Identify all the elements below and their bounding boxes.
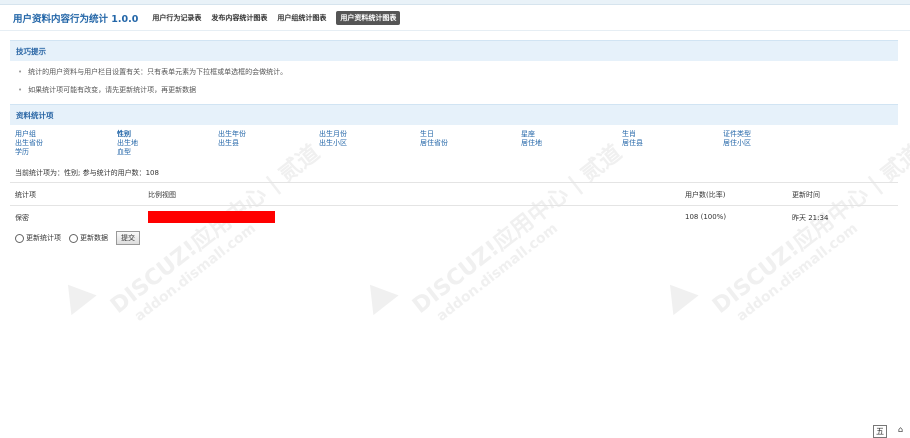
tip-text: 统计的用户资料与用户栏目设置有关：只有表单元素为下拉框或单选框的会做统计。 bbox=[28, 68, 288, 76]
header: 用户资料内容行为统计 1.0.0 用户行为记录表 发布内容统计图表 用户组统计图… bbox=[13, 10, 910, 26]
stat-item-residecity[interactable]: 居住地 bbox=[521, 139, 542, 147]
header-count: 用户数(比率) bbox=[685, 191, 726, 199]
stat-item-birthyear[interactable]: 出生年份 bbox=[218, 130, 246, 138]
stat-item-birthprovince[interactable]: 出生省份 bbox=[15, 139, 43, 147]
stats-section-title: 资料统计项 bbox=[16, 110, 54, 120]
home-icon[interactable]: ⌂ bbox=[898, 425, 903, 434]
stat-item-birthdist[interactable]: 出生县 bbox=[218, 139, 239, 147]
watermark-url: addon.dismall.com bbox=[733, 220, 861, 325]
top-strip bbox=[0, 0, 910, 5]
stat-item-constellation[interactable]: 星座 bbox=[521, 130, 535, 138]
tab-profile-stats[interactable]: 用户资料统计图表 bbox=[336, 11, 401, 25]
stat-item-residecommunity[interactable]: 居住小区 bbox=[723, 139, 751, 147]
bullet-icon: • bbox=[18, 68, 23, 76]
row-item: 保密 bbox=[15, 214, 29, 222]
stat-item-education[interactable]: 学历 bbox=[15, 148, 29, 156]
stat-item-usergroup[interactable]: 用户组 bbox=[15, 130, 36, 138]
stat-item-residedist[interactable]: 居住县 bbox=[622, 139, 643, 147]
tip-item: • 如果统计项可能有改变，请先更新统计项，再更新数据 bbox=[18, 85, 196, 95]
row-time: 昨天 21:34 bbox=[792, 214, 829, 222]
label-update-items: 更新统计项 bbox=[26, 234, 61, 242]
bullet-icon: • bbox=[18, 86, 23, 94]
radio-update-items[interactable] bbox=[15, 233, 24, 243]
stat-item-bloodtype[interactable]: 血型 bbox=[117, 148, 131, 156]
stats-section-bar: 资料统计项 bbox=[10, 104, 898, 125]
watermark-logo-icon bbox=[657, 274, 699, 316]
table-header-line bbox=[10, 205, 898, 206]
stat-item-birthcity[interactable]: 出生地 bbox=[117, 139, 138, 147]
header-time: 更新时间 bbox=[792, 191, 820, 199]
table-top-line bbox=[10, 182, 898, 183]
stat-item-gender[interactable]: 性别 bbox=[117, 130, 131, 138]
label-update-data: 更新数据 bbox=[80, 234, 108, 242]
corner-left-button[interactable]: 五 bbox=[873, 425, 887, 438]
watermark-brand: DISCUZ!应用中心 | 贰道 bbox=[408, 140, 627, 319]
watermark-brand: DISCUZ!应用中心 | 贰道 bbox=[708, 140, 910, 319]
watermark-logo-icon bbox=[55, 274, 97, 316]
radio-update-data[interactable] bbox=[69, 233, 78, 243]
watermark: DISCUZ!应用中心 | 贰道 addon.dismall.com bbox=[705, 136, 910, 332]
submit-button[interactable]: 提交 bbox=[116, 231, 140, 245]
header-item: 统计项 bbox=[15, 191, 36, 199]
watermark-url: addon.dismall.com bbox=[433, 220, 561, 325]
watermark-url: addon.dismall.com bbox=[131, 220, 259, 325]
tab-behavior-log[interactable]: 用户行为记录表 bbox=[152, 13, 201, 23]
header-chart: 比例视图 bbox=[148, 191, 176, 199]
ratio-bar bbox=[148, 211, 275, 223]
tab-content-stats[interactable]: 发布内容统计图表 bbox=[211, 13, 267, 23]
stat-item-birthday[interactable]: 生日 bbox=[420, 130, 434, 138]
update-controls: 更新统计项 更新数据 提交 bbox=[15, 231, 140, 245]
tip-text: 如果统计项可能有改变，请先更新统计项，再更新数据 bbox=[28, 86, 197, 94]
tips-title: 技巧提示 bbox=[16, 46, 46, 56]
stat-item-birthmonth[interactable]: 出生月份 bbox=[319, 130, 347, 138]
tips-bar: 技巧提示 bbox=[10, 40, 898, 61]
current-stat-summary: 当前统计项为：性别; 参与统计的用户数：108 bbox=[15, 169, 159, 177]
stat-item-resideprovince[interactable]: 居住省份 bbox=[420, 139, 448, 147]
stat-item-birthcommunity[interactable]: 出生小区 bbox=[319, 139, 347, 147]
watermark: DISCUZ!应用中心 | 贰道 addon.dismall.com bbox=[405, 136, 638, 332]
stat-item-idtype[interactable]: 证件类型 bbox=[723, 130, 751, 138]
row-count: 108 (100%) bbox=[685, 213, 727, 221]
header-divider bbox=[0, 30, 910, 31]
stat-item-zodiac[interactable]: 生肖 bbox=[622, 130, 636, 138]
app-title: 用户资料内容行为统计 1.0.0 bbox=[13, 14, 139, 25]
watermark-logo-icon bbox=[357, 274, 399, 316]
tip-item: • 统计的用户资料与用户栏目设置有关：只有表单元素为下拉框或单选框的会做统计。 bbox=[18, 67, 287, 77]
tab-usergroup-stats[interactable]: 用户组统计图表 bbox=[277, 13, 326, 23]
